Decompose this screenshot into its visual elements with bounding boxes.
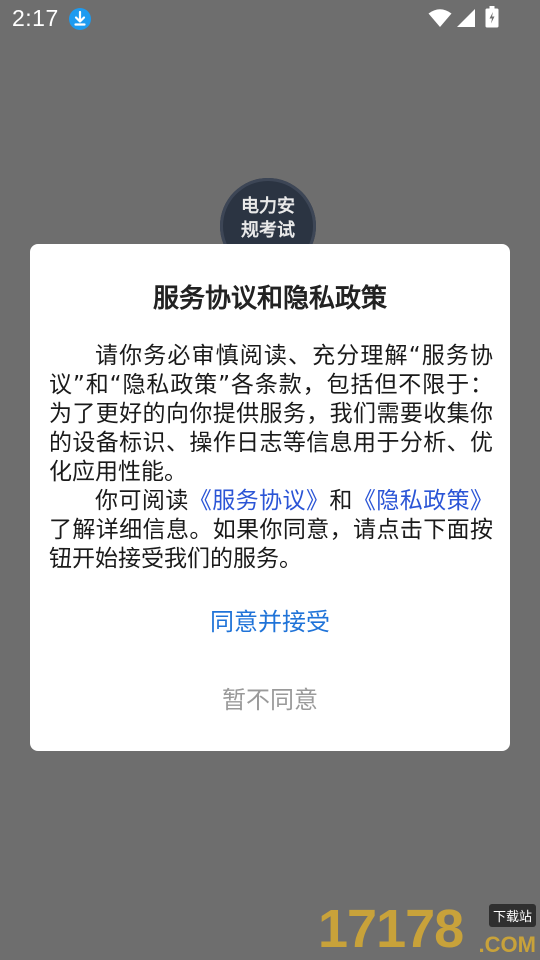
dialog-body: 请你务必审慎阅读、充分理解“服务协议”和“隐私政策”各条款，包括但不限于：为了更… [49,342,493,574]
paragraph-2-suffix: 了解详细信息。如果你同意，请点击下面按钮开始接受我们的服务。 [49,517,493,572]
dialog-paragraph-2: 你可阅读《服务协议》和《隐私政策》了解详细信息。如果你同意，请点击下面按钮开始接… [49,487,493,574]
dialog-title: 服务协议和隐私政策 [152,284,387,314]
signal-icon [457,9,475,27]
app-logo-text-line2: 规考试 [241,220,295,241]
paragraph-2-prefix: 你可阅读 [95,488,189,514]
privacy-policy-link[interactable]: 《隐私政策》 [353,488,493,514]
watermark-tag: 下载站 [488,904,536,927]
paragraph-2-middle: 和 [329,488,353,514]
watermark-domain: .COM [478,932,536,957]
battery-charging-icon [485,6,499,28]
service-agreement-link[interactable]: 《服务协议》 [189,488,330,514]
agree-button[interactable]: 同意并接受 [30,602,510,642]
dialog-paragraph-1: 请你务必审慎阅读、充分理解“服务协议”和“隐私政策”各条款，包括但不限于：为了更… [49,343,493,485]
status-bar: 2:17 [0,0,540,38]
site-watermark: 17178 下载站 .COM [318,898,540,960]
disagree-button[interactable]: 暂不同意 [30,680,510,720]
privacy-dialog: 服务协议和隐私政策 请你务必审慎阅读、充分理解“服务协议”和“隐私政策”各条款，… [30,244,510,751]
status-time: 2:17 [12,5,59,31]
download-notification-icon [69,8,91,30]
wifi-icon [428,9,452,27]
watermark-digits: 17178 [318,899,464,959]
app-logo-text-line1: 电力安 [241,196,295,217]
